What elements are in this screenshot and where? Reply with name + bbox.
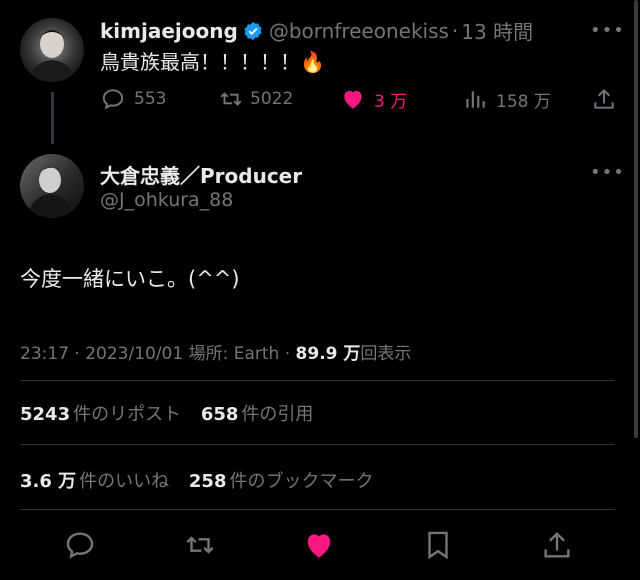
view-count: 89.9 万 [295, 344, 361, 364]
view-label: 回表示 [360, 344, 412, 364]
main-text: 今度一緒にいこ。(^^) [20, 267, 240, 291]
divider [20, 509, 615, 510]
reposts-count: 5243 [20, 404, 71, 425]
parent-handle[interactable]: @bornfreeonekiss [269, 19, 449, 43]
views-count: 158 万 [496, 91, 551, 112]
parent-more-icon[interactable]: ••• [590, 20, 625, 41]
main-display-name[interactable]: 大倉忠義／Producer [100, 160, 302, 189]
retweet-action-button[interactable] [183, 528, 217, 562]
quotes-count: 658 [200, 404, 239, 425]
retweet-icon [220, 92, 242, 106]
tweet-timestamp[interactable]: 23:17 · 2023/10/01 場所: Earth · [20, 344, 296, 364]
likes-link[interactable]: 3.6 万件のいいね [20, 471, 169, 492]
share-action-button[interactable] [540, 528, 574, 562]
share-icon [544, 531, 570, 558]
reply-count: 553 [134, 89, 167, 109]
retweet-count: 5022 [250, 89, 294, 109]
bookmarks-label: 件のブックマーク [229, 471, 374, 492]
like-button[interactable]: 3 万 [340, 86, 407, 112]
avatar-ohkura[interactable] [20, 154, 84, 218]
bookmarks-link[interactable]: 258 件のブックマーク [189, 471, 374, 492]
quotes-link[interactable]: 658 件の引用 [201, 404, 314, 425]
bookmark-action-button[interactable] [421, 528, 455, 562]
bookmark-icon [428, 531, 448, 560]
reposts-label: 件のリポスト [73, 404, 182, 425]
like-action-button[interactable] [302, 528, 336, 562]
parent-display-name[interactable]: kimjaejoong [100, 19, 238, 43]
likes-label: 件のいいね [79, 471, 170, 492]
main-handle[interactable]: @J_ohkura_88 [100, 189, 233, 211]
retweet-icon [186, 536, 214, 554]
parent-time[interactable]: 13 時間 [461, 16, 533, 45]
tweet-meta: 23:17 · 2023/10/01 場所: Earth · 89.9 万回表示 [20, 339, 411, 364]
reposts-link[interactable]: 5243 件のリポスト [20, 404, 181, 425]
parent-text: 鳥貴族最高！！！！！🔥 [100, 50, 325, 74]
avatar-kimjaejoong[interactable] [20, 18, 84, 82]
like-bookmark-stats: 3.6 万件のいいね 258 件のブックマーク [20, 467, 373, 493]
heart-icon [344, 90, 362, 109]
thread-connector [51, 92, 54, 144]
bookmarks-count: 258 [188, 471, 227, 492]
repost-quote-stats: 5243 件のリポスト 658 件の引用 [20, 400, 313, 426]
like-count: 3 万 [374, 91, 408, 112]
avatar-silhouette-icon [26, 166, 74, 218]
share-button[interactable] [591, 86, 617, 112]
parent-header: kimjaejoong @bornfreeonekiss · 13 時間 [100, 16, 533, 45]
retweet-button[interactable]: 5022 [218, 86, 293, 112]
reply-icon [66, 532, 94, 559]
views-icon [466, 91, 485, 108]
main-more-icon[interactable]: ••• [590, 162, 625, 183]
quotes-label: 件の引用 [241, 404, 314, 425]
avatar-silhouette-icon [28, 30, 76, 82]
heart-icon [307, 534, 331, 558]
divider [20, 444, 615, 445]
reply-button[interactable]: 553 [100, 86, 166, 112]
verified-badge-icon [243, 21, 263, 41]
share-icon [594, 88, 614, 109]
reply-action-button[interactable] [63, 528, 97, 562]
divider [20, 380, 615, 381]
likes-count: 3.6 万 [20, 471, 77, 492]
reply-icon [102, 89, 124, 110]
views-button[interactable]: 158 万 [462, 86, 551, 112]
parent-separator: · [451, 18, 459, 43]
scrollbar[interactable] [634, 0, 638, 438]
